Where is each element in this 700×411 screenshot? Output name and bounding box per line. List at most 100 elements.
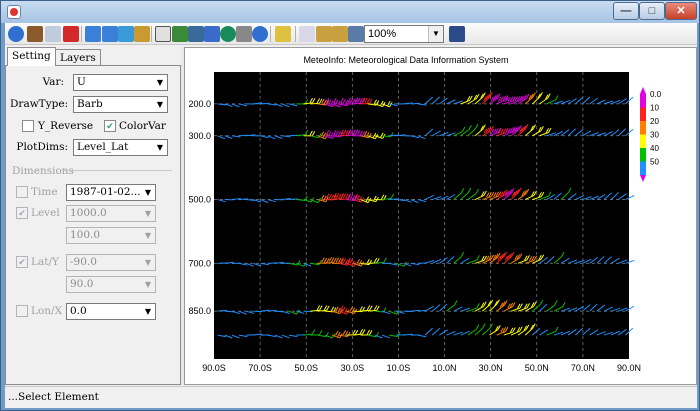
animate-icon[interactable]: [118, 26, 134, 42]
x-tick-label: 10.0N: [433, 363, 457, 373]
zoom-in-icon[interactable]: [172, 26, 188, 42]
lat-start-select[interactable]: -90.0 ▼: [66, 254, 156, 271]
left-panel: Setting Layers Var: U ▼ DrawType: Barb ▼…: [5, 47, 181, 385]
table-icon[interactable]: [45, 26, 61, 42]
drawtype-select[interactable]: Barb ▼: [73, 96, 168, 113]
info-icon[interactable]: [8, 26, 24, 42]
status-text: ...Select Element: [8, 391, 99, 403]
legend-swatch: [640, 134, 646, 148]
chevron-down-icon[interactable]: ▼: [141, 277, 155, 292]
time-select[interactable]: 1987-01-02... ▼: [66, 184, 156, 201]
chevron-down-icon[interactable]: ▼: [153, 75, 167, 90]
maximize-button[interactable]: □: [639, 2, 665, 20]
dimensions-divider: [62, 170, 172, 171]
x-tick-label: 50.0S: [294, 363, 318, 373]
zoom-value: 100%: [368, 28, 397, 40]
level-start-select[interactable]: 1000.0 ▼: [66, 205, 156, 222]
minimize-button[interactable]: —: [613, 2, 639, 20]
status-bar: ...Select Element: [5, 386, 697, 408]
dimensions-header: Dimensions: [12, 165, 74, 177]
lat-checkbox[interactable]: ✔: [16, 256, 28, 268]
legend-arrow-bottom: [640, 175, 646, 182]
plot-area[interactable]: MeteoInfo: Meteorological Data Informati…: [184, 47, 697, 385]
color-legend: 50 40 30 20 10 0.0: [640, 87, 662, 182]
y-tick-label: 850.0: [188, 306, 211, 316]
forward-arrow-icon[interactable]: [102, 26, 118, 42]
chevron-down-icon[interactable]: ▼: [153, 140, 167, 155]
drawtype-label: DrawType:: [10, 98, 69, 110]
plotdims-select[interactable]: Level_Lat ▼: [73, 139, 168, 156]
save-icon[interactable]: [449, 26, 465, 42]
tab-setting[interactable]: Setting: [7, 47, 56, 66]
close-button[interactable]: ✕: [665, 2, 697, 20]
label-icon[interactable]: [275, 26, 291, 42]
x-tick-label: 70.0N: [571, 363, 595, 373]
tab-layers[interactable]: Layers: [55, 49, 101, 66]
chevron-down-icon[interactable]: ▼: [141, 255, 155, 270]
chevron-down-icon[interactable]: ▼: [141, 228, 155, 243]
var-value: U: [77, 76, 86, 88]
zoom-out-icon[interactable]: [188, 26, 204, 42]
toolbar-separator: [295, 26, 296, 42]
chevron-down-icon[interactable]: ▼: [428, 26, 443, 42]
y-tick-label: 200.0: [188, 99, 211, 109]
select-cursor-icon[interactable]: [155, 26, 171, 42]
x-tick-label: 10.0S: [387, 363, 411, 373]
toolbar-separator: [81, 26, 82, 42]
image-icon[interactable]: [316, 26, 332, 42]
lat-end-value: 90.0: [70, 278, 94, 290]
chevron-down-icon[interactable]: ▼: [153, 97, 167, 112]
drawtype-value: Barb: [77, 98, 103, 110]
chevron-down-icon[interactable]: ▼: [141, 206, 155, 221]
level-checkbox[interactable]: ✔: [16, 207, 28, 219]
x-tick-label: 30.0N: [479, 363, 503, 373]
identify-icon[interactable]: [252, 26, 268, 42]
delete-icon[interactable]: [63, 26, 79, 42]
plotdims-value: Level_Lat: [77, 141, 129, 153]
image-export-icon[interactable]: [332, 26, 348, 42]
level-start-value: 1000.0: [70, 207, 107, 219]
y-axis: 200.0 300.0 500.0 700.0 850.0: [188, 99, 211, 316]
chevron-down-icon[interactable]: ▼: [141, 304, 155, 319]
lon-label: Lon/X: [31, 305, 63, 317]
setting-panel: Var: U ▼ DrawType: Barb ▼ Y_Reverse ✔ Co…: [5, 65, 181, 385]
legend-label: 10: [650, 104, 659, 113]
open-folder-icon[interactable]: [27, 26, 43, 42]
time-checkbox[interactable]: [16, 186, 28, 198]
var-select[interactable]: U ▼: [73, 74, 168, 91]
chevron-down-icon[interactable]: ▼: [141, 185, 155, 200]
toolbar-separator: [270, 26, 271, 42]
zoom-select[interactable]: 100% ▼: [364, 25, 444, 43]
y-reverse-checkbox[interactable]: [22, 120, 34, 132]
toolbar-separator: [151, 26, 152, 42]
x-tick-label: 50.0N: [525, 363, 549, 373]
globe-icon[interactable]: [220, 26, 236, 42]
title-bar: — □ ✕: [1, 1, 699, 23]
colorvar-checkbox[interactable]: ✔: [104, 120, 116, 132]
time-label: Time: [31, 186, 58, 198]
lat-label: Lat/Y: [31, 256, 59, 268]
legend-swatch: [640, 161, 646, 175]
legend-label: 20: [650, 117, 659, 126]
pan-hand-icon[interactable]: [204, 26, 220, 42]
legend-arrow-top: [640, 87, 646, 94]
lat-start-value: -90.0: [70, 256, 97, 268]
lat-end-select[interactable]: 90.0 ▼: [66, 276, 156, 293]
app-icon: [7, 5, 21, 19]
search-icon[interactable]: [236, 26, 252, 42]
lon-checkbox[interactable]: [16, 305, 28, 317]
back-arrow-icon[interactable]: [85, 26, 101, 42]
y-tick-label: 700.0: [188, 258, 211, 268]
level-end-select[interactable]: 100.0 ▼: [66, 227, 156, 244]
fit-icon[interactable]: [348, 26, 364, 42]
legend-label: 30: [650, 131, 659, 140]
page-icon[interactable]: [299, 26, 315, 42]
legend-label: 0.0: [650, 90, 662, 99]
lon-select[interactable]: 0.0 ▼: [66, 303, 156, 320]
x-tick-label: 90.0N: [617, 363, 641, 373]
client-area: 100% ▼ Setting Layers Var: U ▼ DrawType:…: [5, 23, 697, 408]
legend-label: 50: [650, 158, 659, 167]
barb-plot[interactable]: MeteoInfo: Meteorological Data Informati…: [185, 48, 696, 384]
layout-icon[interactable]: [134, 26, 150, 42]
colorvar-label: ColorVar: [119, 120, 166, 132]
